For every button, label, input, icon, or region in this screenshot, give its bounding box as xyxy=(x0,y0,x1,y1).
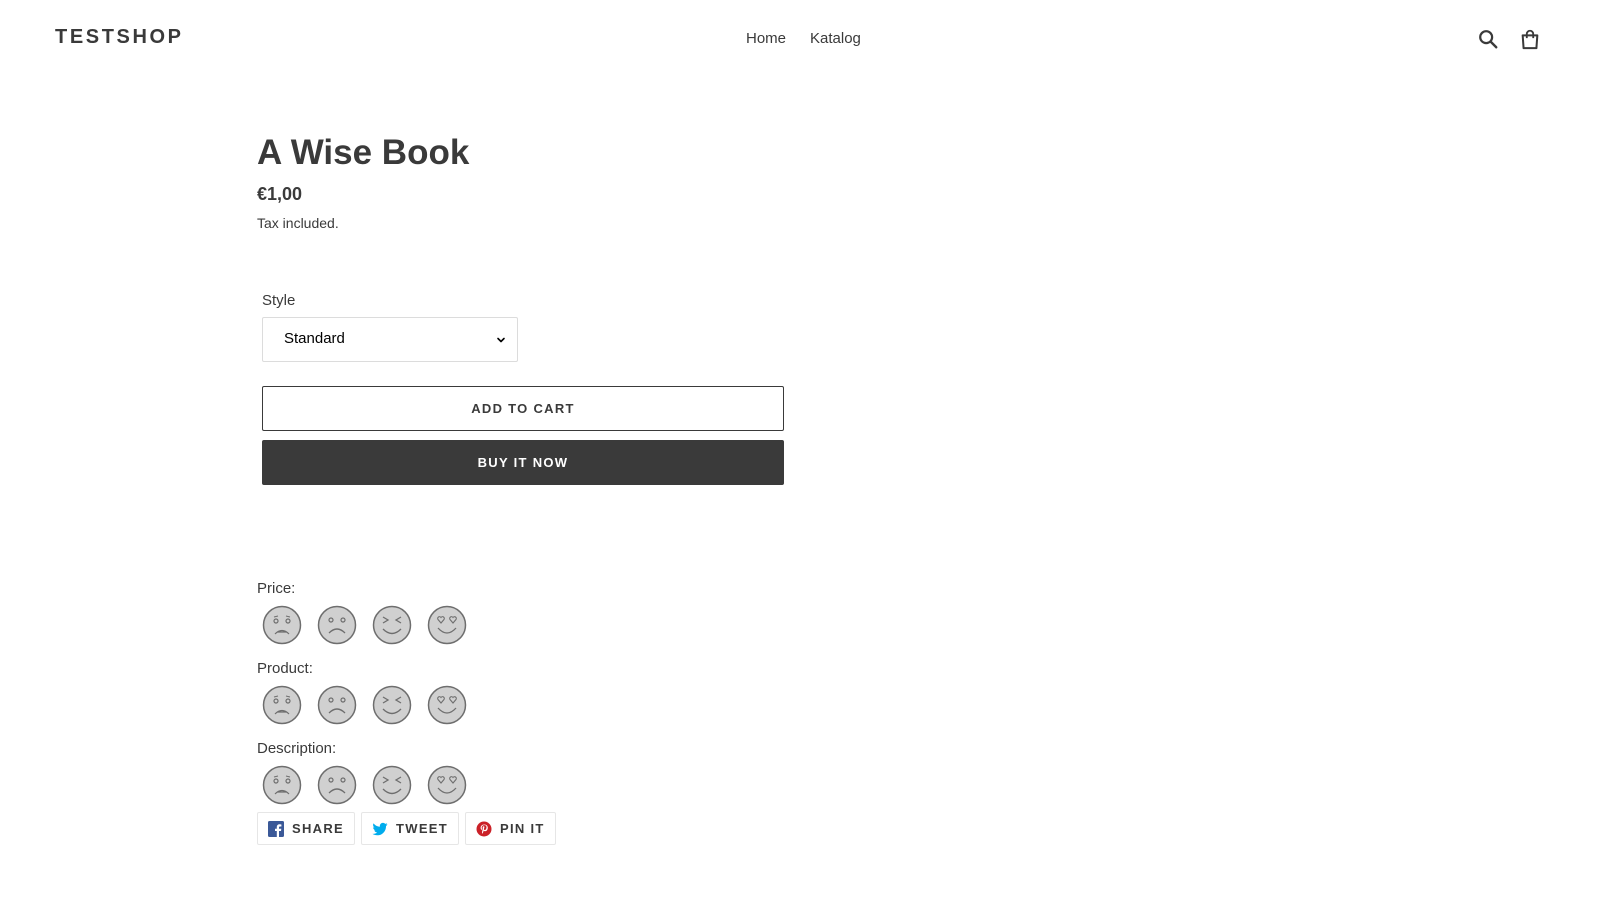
buy-now-button[interactable]: BUY IT NOW xyxy=(262,440,784,485)
facebook-icon xyxy=(268,820,284,837)
facebook-share-label: SHARE xyxy=(292,821,345,836)
main-nav: Home Katalog xyxy=(746,30,861,47)
happy-face-icon[interactable] xyxy=(372,765,412,805)
rating-faces-price xyxy=(262,605,467,645)
style-select-value: Standard xyxy=(284,330,345,347)
product-title: A Wise Book xyxy=(257,133,470,172)
nav-item-katalog[interactable]: Katalog xyxy=(810,30,861,47)
love-face-icon[interactable] xyxy=(427,765,467,805)
style-select[interactable]: Standard xyxy=(262,317,518,362)
very-sad-face-icon[interactable] xyxy=(262,765,302,805)
style-label: Style xyxy=(262,292,296,309)
sad-face-icon[interactable] xyxy=(317,765,357,805)
sad-face-icon[interactable] xyxy=(317,685,357,725)
happy-face-icon[interactable] xyxy=(372,685,412,725)
twitter-icon xyxy=(372,822,388,835)
rating-label-product: Product: xyxy=(257,660,313,677)
product-info: A Wise Book €1,00 Tax included. xyxy=(257,132,817,231)
pinterest-pin-label: PIN IT xyxy=(500,821,545,836)
chevron-down-icon xyxy=(497,337,505,343)
rating-faces-description xyxy=(262,765,467,805)
pinterest-icon xyxy=(476,821,492,836)
cart-icon[interactable] xyxy=(1519,28,1541,50)
facebook-share-button[interactable]: SHARE xyxy=(257,812,356,845)
very-sad-face-icon[interactable] xyxy=(262,685,302,725)
rating-faces-product xyxy=(262,685,467,725)
product-price: €1,00 xyxy=(257,184,303,204)
store-logo[interactable]: TESTSHOP xyxy=(55,26,184,49)
pinterest-pin-button[interactable]: PIN IT xyxy=(465,812,556,845)
header-icons xyxy=(1477,28,1541,50)
happy-face-icon[interactable] xyxy=(372,605,412,645)
site-header: TESTSHOP Home Katalog xyxy=(0,0,1600,80)
nav-item-home[interactable]: Home xyxy=(746,30,786,47)
rating-label-price: Price: xyxy=(257,580,296,597)
social-share: SHARE TWEET PIN IT xyxy=(257,812,556,845)
very-sad-face-icon[interactable] xyxy=(262,605,302,645)
search-icon[interactable] xyxy=(1477,28,1499,50)
love-face-icon[interactable] xyxy=(427,685,467,725)
sad-face-icon[interactable] xyxy=(317,605,357,645)
twitter-tweet-button[interactable]: TWEET xyxy=(361,812,460,845)
add-to-cart-button[interactable]: ADD TO CART xyxy=(262,386,784,431)
love-face-icon[interactable] xyxy=(427,605,467,645)
rating-label-description: Description: xyxy=(257,740,337,757)
tax-note: Tax included. xyxy=(257,215,339,231)
twitter-tweet-label: TWEET xyxy=(396,821,449,836)
